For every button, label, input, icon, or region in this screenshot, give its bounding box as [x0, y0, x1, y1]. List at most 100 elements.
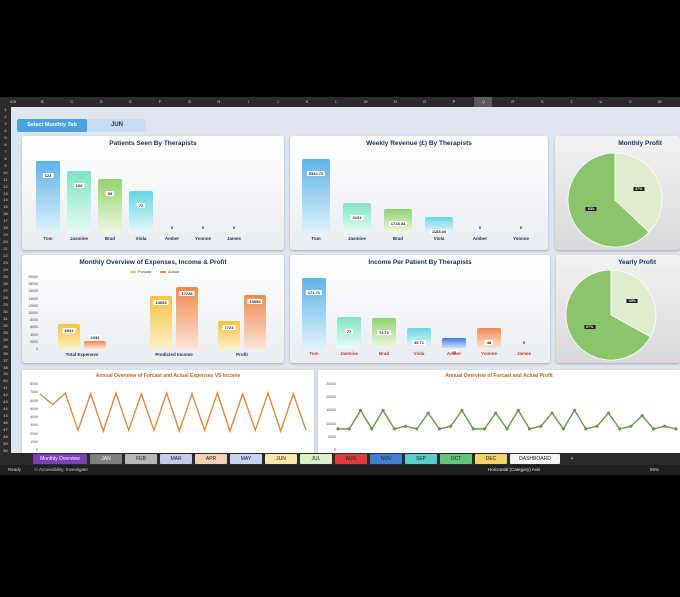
column-header[interactable]: U: [592, 97, 610, 107]
row-header[interactable]: 11: [0, 177, 11, 184]
data-point[interactable]: [640, 414, 644, 418]
row-header[interactable]: 48: [0, 434, 11, 441]
row-header[interactable]: 15: [0, 204, 11, 211]
data-point[interactable]: [618, 427, 622, 431]
data-point[interactable]: [516, 408, 520, 412]
sheet-tab[interactable]: MAY: [230, 454, 262, 464]
column-header[interactable]: E: [122, 97, 140, 107]
row-header[interactable]: 32: [0, 323, 11, 330]
row-header[interactable]: 4: [0, 128, 11, 135]
bar[interactable]: [302, 278, 326, 348]
column-header[interactable]: N: [386, 97, 404, 107]
column-header[interactable]: P: [445, 97, 463, 107]
row-header[interactable]: 25: [0, 274, 11, 281]
data-point[interactable]: [584, 427, 588, 431]
row-header[interactable]: 6: [0, 142, 11, 149]
data-point[interactable]: [460, 408, 464, 412]
data-point[interactable]: [629, 424, 633, 428]
row-header[interactable]: 44: [0, 406, 11, 413]
row-header[interactable]: 30: [0, 309, 11, 316]
data-point[interactable]: [561, 427, 565, 431]
data-point[interactable]: [381, 408, 385, 412]
bar[interactable]: [67, 170, 91, 233]
bar[interactable]: [84, 340, 106, 349]
row-header[interactable]: 37: [0, 358, 11, 365]
add-sheet-button[interactable]: +: [567, 454, 577, 464]
sheet-tab[interactable]: JAN: [90, 454, 122, 464]
column-header[interactable]: R: [504, 97, 522, 107]
row-header[interactable]: 46: [0, 420, 11, 427]
row-header[interactable]: 8: [0, 156, 11, 163]
row-header[interactable]: 14: [0, 197, 11, 204]
row-header[interactable]: 22: [0, 253, 11, 260]
column-header[interactable]: B: [33, 97, 51, 107]
sheet-tab[interactable]: JUL: [300, 454, 332, 464]
data-point[interactable]: [550, 411, 554, 415]
sheet-tab[interactable]: DEC: [475, 454, 507, 464]
row-header[interactable]: 47: [0, 427, 11, 434]
select-monthly-tab-button[interactable]: Select Monthly Tab: [17, 119, 87, 132]
series-line[interactable]: [338, 409, 677, 431]
annual-expenses-chart[interactable]: Annual Overview of Forcast and Actual Ex…: [22, 370, 314, 454]
data-point[interactable]: [674, 427, 678, 431]
row-header[interactable]: 20: [0, 239, 11, 246]
data-point[interactable]: [527, 427, 532, 431]
sheet-tab[interactable]: NOV: [370, 454, 402, 464]
row-header[interactable]: 42: [0, 392, 11, 399]
column-header[interactable]: J: [269, 97, 287, 107]
data-point[interactable]: [426, 411, 430, 415]
row-header[interactable]: 2: [0, 114, 11, 121]
sheet-tab[interactable]: JUN: [265, 454, 297, 464]
row-header[interactable]: 13: [0, 191, 11, 198]
sheet-tab[interactable]: Monthly Overview: [33, 454, 87, 464]
row-header[interactable]: 49: [0, 441, 11, 448]
column-header[interactable]: Q: [474, 97, 493, 107]
monthly-profit-chart[interactable]: Monthly Profit 63% 37%: [555, 136, 680, 250]
data-point[interactable]: [437, 427, 441, 431]
row-header[interactable]: 5: [0, 135, 11, 142]
row-header[interactable]: 9: [0, 163, 11, 170]
row-header[interactable]: 27: [0, 288, 11, 295]
bar[interactable]: [442, 338, 466, 348]
monthly-tab-selector[interactable]: Select Monthly Tab JUN: [17, 119, 145, 132]
data-point[interactable]: [392, 427, 396, 431]
sheet-tab[interactable]: FEB: [125, 454, 157, 464]
column-header[interactable]: H: [210, 97, 228, 107]
data-point[interactable]: [482, 427, 487, 431]
data-point[interactable]: [651, 427, 656, 431]
row-header[interactable]: 39: [0, 371, 11, 378]
series-line[interactable]: [39, 390, 307, 434]
column-header[interactable]: F: [151, 97, 169, 107]
data-point[interactable]: [471, 427, 475, 431]
row-header[interactable]: 3: [0, 121, 11, 128]
data-point[interactable]: [494, 411, 498, 415]
data-point[interactable]: [505, 427, 509, 431]
data-point[interactable]: [347, 427, 351, 431]
data-point[interactable]: [606, 411, 610, 415]
sheet-tab[interactable]: OCT: [440, 454, 472, 464]
row-header[interactable]: 16: [0, 211, 11, 218]
row-header[interactable]: 45: [0, 413, 11, 420]
data-point[interactable]: [449, 424, 453, 428]
sheet-tab[interactable]: DASHBOARD: [510, 454, 560, 464]
bar[interactable]: [407, 327, 431, 348]
row-header[interactable]: 17: [0, 218, 11, 225]
row-header[interactable]: 29: [0, 302, 11, 309]
annual-profit-chart[interactable]: Annual Overview of Forcast and Actual Pr…: [318, 370, 680, 454]
yearly-profit-chart[interactable]: Yearly Profit 67% 33%: [556, 255, 680, 363]
column-header[interactable]: C: [63, 97, 81, 107]
column-header[interactable]: A B: [4, 97, 22, 107]
row-header[interactable]: 43: [0, 399, 11, 406]
row-header[interactable]: 38: [0, 365, 11, 372]
row-header[interactable]: 41: [0, 385, 11, 392]
column-header[interactable]: O: [416, 97, 434, 107]
bar[interactable]: [176, 286, 198, 349]
column-header[interactable]: W: [651, 97, 669, 107]
selected-month-value[interactable]: JUN: [89, 119, 145, 132]
sheet-tab[interactable]: SEP: [405, 454, 437, 464]
row-header[interactable]: 34: [0, 337, 11, 344]
column-header[interactable]: T: [563, 97, 581, 107]
income-per-patient-chart[interactable]: Income Per Patient By Therapists 171.71 T…: [290, 255, 550, 363]
row-header[interactable]: 23: [0, 260, 11, 267]
row-header[interactable]: 1: [0, 107, 11, 114]
